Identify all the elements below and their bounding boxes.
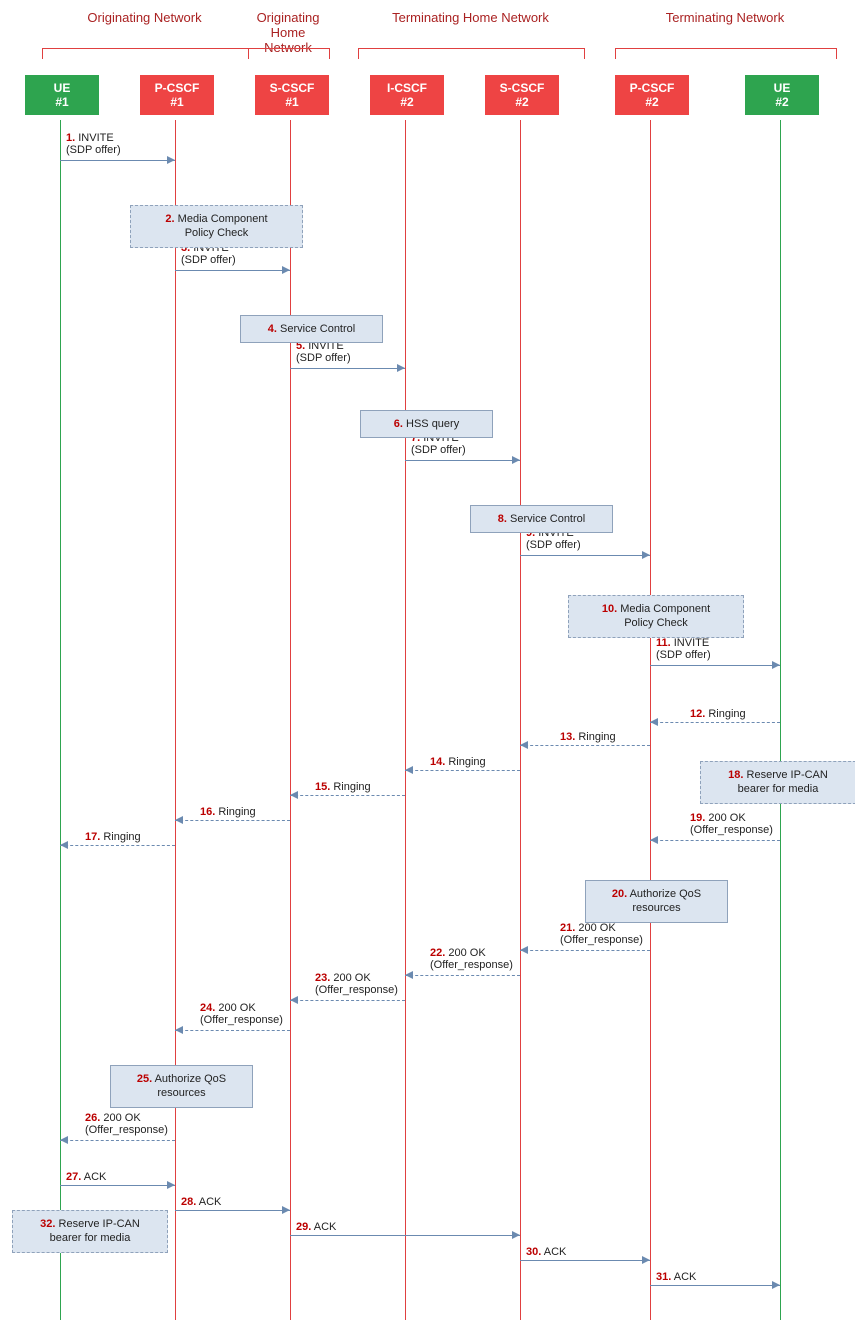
message-label: 5. INVITE(SDP offer): [296, 340, 351, 364]
note-10: 10. Media ComponentPolicy Check: [568, 595, 744, 638]
lifeline-head-pcscf1: P-CSCF#1: [140, 75, 214, 115]
arrow-right-icon: [397, 364, 405, 372]
arrow-left-icon: [175, 1026, 183, 1034]
message-label: 26. 200 OK(Offer_response): [85, 1112, 168, 1136]
message-label: 12. Ringing: [690, 708, 746, 720]
lifeline-scscf2: [520, 120, 521, 1320]
group-label: Originating Network: [42, 10, 247, 25]
arrow-right-icon: [282, 1206, 290, 1214]
lifeline-head-ue1: UE#1: [25, 75, 99, 115]
arrow-left-icon: [650, 836, 658, 844]
note-4: 4. Service Control: [240, 315, 383, 343]
arrow-left-icon: [650, 718, 658, 726]
message-label: 1. INVITE(SDP offer): [66, 132, 121, 156]
lifeline-head-icscf2: I-CSCF#2: [370, 75, 444, 115]
group-bracket: [248, 48, 330, 59]
lifeline-head-scscf1: S-CSCF#1: [255, 75, 329, 115]
message-label: 16. Ringing: [200, 806, 256, 818]
arrow-right-icon: [642, 1256, 650, 1264]
message-label: 11. INVITE(SDP offer): [656, 637, 711, 661]
message-label: 30. ACK: [526, 1246, 566, 1258]
lifeline-head-ue2: UE#2: [745, 75, 819, 115]
lifeline-scscf1: [290, 120, 291, 1320]
arrow-right-icon: [167, 1181, 175, 1189]
arrow-right-icon: [512, 1231, 520, 1239]
sequence-diagram: Originating NetworkOriginatingHome Netwo…: [10, 10, 845, 1330]
group-bracket: [358, 48, 585, 59]
message-label: 28. ACK: [181, 1196, 221, 1208]
group-label: Terminating Home Network: [358, 10, 583, 25]
arrow-right-icon: [642, 551, 650, 559]
arrow-right-icon: [282, 266, 290, 274]
message-label: 15. Ringing: [315, 781, 371, 793]
message-label: 13. Ringing: [560, 731, 616, 743]
message-label: 31. ACK: [656, 1271, 696, 1283]
arrow-left-icon: [175, 816, 183, 824]
arrow-left-icon: [60, 841, 68, 849]
note-20: 20. Authorize QoSresources: [585, 880, 728, 923]
note-32: 32. Reserve IP-CANbearer for media: [12, 1210, 168, 1253]
arrow-left-icon: [290, 996, 298, 1004]
message-label: 24. 200 OK(Offer_response): [200, 1002, 283, 1026]
arrow-right-icon: [512, 456, 520, 464]
message-label: 23. 200 OK(Offer_response): [315, 972, 398, 996]
arrow-left-icon: [405, 766, 413, 774]
note-8: 8. Service Control: [470, 505, 613, 533]
note-18: 18. Reserve IP-CANbearer for media: [700, 761, 855, 804]
message-label: 14. Ringing: [430, 756, 486, 768]
arrow-left-icon: [405, 971, 413, 979]
group-label: Terminating Network: [615, 10, 835, 25]
arrow-right-icon: [772, 661, 780, 669]
message-label: 29. ACK: [296, 1221, 336, 1233]
message-label: 22. 200 OK(Offer_response): [430, 947, 513, 971]
lifeline-pcscf1: [175, 120, 176, 1320]
message-label: 27. ACK: [66, 1171, 106, 1183]
arrow-left-icon: [520, 741, 528, 749]
note-6: 6. HSS query: [360, 410, 493, 438]
message-label: 19. 200 OK(Offer_response): [690, 812, 773, 836]
arrow-right-icon: [167, 156, 175, 164]
group-bracket: [42, 48, 249, 59]
lifeline-ue2: [780, 120, 781, 1320]
lifeline-head-pcscf2: P-CSCF#2: [615, 75, 689, 115]
arrow-left-icon: [520, 946, 528, 954]
message-label: 17. Ringing: [85, 831, 141, 843]
lifeline-icscf2: [405, 120, 406, 1320]
arrow-left-icon: [60, 1136, 68, 1144]
note-2: 2. Media ComponentPolicy Check: [130, 205, 303, 248]
note-25: 25. Authorize QoSresources: [110, 1065, 253, 1108]
arrow-right-icon: [772, 1281, 780, 1289]
arrow-left-icon: [290, 791, 298, 799]
message-label: 21. 200 OK(Offer_response): [560, 922, 643, 946]
lifeline-head-scscf2: S-CSCF#2: [485, 75, 559, 115]
group-bracket: [615, 48, 837, 59]
